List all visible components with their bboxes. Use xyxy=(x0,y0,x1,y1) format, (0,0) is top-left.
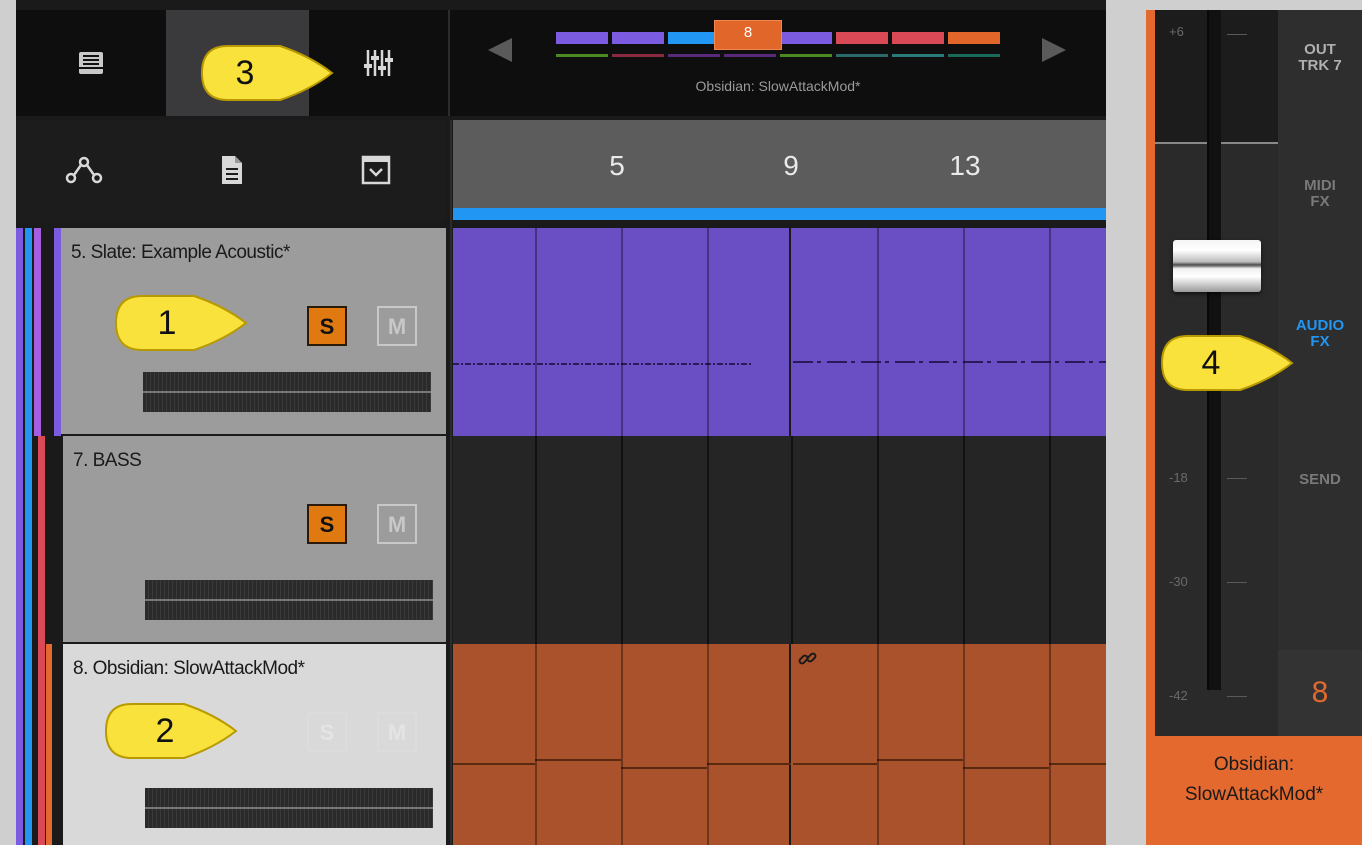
loop-region-bar[interactable] xyxy=(453,208,1106,220)
track-lane-8[interactable] xyxy=(453,644,1106,845)
automation-button[interactable] xyxy=(64,148,104,192)
callout-number: 4 xyxy=(1201,344,1221,382)
db-label: -30 xyxy=(1169,574,1188,589)
callout-2: 2 xyxy=(104,700,244,762)
track-name: 7. BASS xyxy=(73,450,142,471)
db-label: -18 xyxy=(1169,470,1188,485)
solo-button[interactable]: S xyxy=(307,712,347,752)
bar-number: 13 xyxy=(949,150,981,181)
dropdown-box-icon xyxy=(361,155,391,185)
send-tab[interactable]: SEND xyxy=(1278,472,1362,488)
note-lines xyxy=(453,759,1106,769)
track-color-subsegment xyxy=(836,54,888,57)
mute-button[interactable]: M xyxy=(377,504,417,544)
callout-number: 1 xyxy=(157,304,177,342)
midi-fx-tab[interactable]: MIDI FX xyxy=(1278,178,1362,210)
track-color-bar xyxy=(54,228,61,436)
track-color-subsegment xyxy=(724,54,776,57)
track-navigator: 8 Obsidian: SlowAttackMod* xyxy=(450,0,1106,106)
audio-clip[interactable] xyxy=(793,228,1106,436)
db-tick xyxy=(1227,582,1247,583)
callout-number: 2 xyxy=(155,712,175,750)
arranger-toolbar xyxy=(16,120,446,220)
track-lane-7[interactable] xyxy=(453,436,1106,644)
db-tick xyxy=(1227,34,1247,35)
group-color-bar xyxy=(34,228,41,436)
output-routing-tab[interactable]: OUT TRK 7 xyxy=(1278,42,1362,74)
callout-3: 3 xyxy=(200,42,340,104)
nav-prev-arrow-icon[interactable] xyxy=(488,38,512,62)
track-color-segment[interactable] xyxy=(948,32,1000,44)
track-color-subsegment xyxy=(780,54,832,57)
track-color-segment[interactable] xyxy=(668,32,720,44)
db-label: -42 xyxy=(1169,688,1188,703)
track-number: 8 xyxy=(1278,650,1362,736)
mute-button[interactable]: M xyxy=(377,306,417,346)
track-color-segment[interactable] xyxy=(556,32,608,44)
track-label-line: SlowAttackMod* xyxy=(1184,784,1324,805)
track-color-subsegment xyxy=(556,54,608,57)
mixer-sliders-icon xyxy=(363,50,393,76)
level-meter xyxy=(145,788,433,828)
track-header-7[interactable]: 7. BASS S M xyxy=(61,436,446,644)
timeline-ruler[interactable]: 5 9 13 xyxy=(453,120,1106,208)
selected-track-title: Obsidian: SlowAttackMod* xyxy=(695,78,861,94)
solo-button[interactable]: S xyxy=(307,306,347,346)
waveform xyxy=(793,361,1106,363)
inbox-icon xyxy=(79,52,103,74)
track-color-segment[interactable] xyxy=(892,32,944,44)
browser-button[interactable] xyxy=(16,10,166,116)
track-name: 5. Slate: Example Acoustic* xyxy=(71,242,290,263)
track-color-subsegment xyxy=(948,54,1000,57)
bar-number: 9 xyxy=(783,150,799,181)
track-color-segment[interactable] xyxy=(780,32,832,44)
selected-track-badge[interactable]: 8 xyxy=(714,20,782,50)
track-color-segment[interactable] xyxy=(836,32,888,44)
mixer-track-label: Obsidian: SlowAttackMod* xyxy=(1146,750,1362,810)
nodes-icon xyxy=(65,156,103,184)
bar-number: 5 xyxy=(609,150,625,181)
app-window: 8 Obsidian: SlowAttackMod* 5 9 13 5. Sla… xyxy=(0,0,1362,845)
group-color-bar xyxy=(16,228,23,845)
device-panel-button[interactable] xyxy=(356,148,396,192)
track-color-strip[interactable] xyxy=(556,32,1016,62)
track-color-subsegment xyxy=(668,54,720,57)
callout-number: 3 xyxy=(235,54,255,92)
pane-divider-line xyxy=(450,120,452,845)
track-name: 8. Obsidian: SlowAttackMod* xyxy=(73,658,305,679)
group-color-bar xyxy=(25,228,32,845)
volume-fader-handle[interactable] xyxy=(1173,240,1261,292)
mute-button[interactable]: M xyxy=(377,712,417,752)
callout-4: 4 xyxy=(1160,332,1300,394)
track-color-subsegment xyxy=(892,54,944,57)
track-color-segment[interactable] xyxy=(612,32,664,44)
level-meter xyxy=(143,372,431,412)
document-icon xyxy=(222,156,242,184)
level-meter xyxy=(145,580,433,620)
solo-button[interactable]: S xyxy=(307,504,347,544)
db-label: +6 xyxy=(1169,24,1184,39)
group-color-bar xyxy=(46,644,52,845)
clip-editor-button[interactable] xyxy=(212,148,252,192)
db-tick xyxy=(1227,696,1247,697)
nav-next-arrow-icon[interactable] xyxy=(1042,38,1066,62)
group-color-bar xyxy=(38,436,45,845)
track-label-line: Obsidian: xyxy=(1213,754,1295,775)
track-lane-5[interactable] xyxy=(453,228,1106,436)
mixer-strip: +6 -18 -30 -42 OUT TRK 7 MIDI FX AUDIO F… xyxy=(1146,10,1362,845)
db-tick xyxy=(1227,478,1247,479)
callout-1: 1 xyxy=(114,292,254,354)
track-color-subsegment xyxy=(612,54,664,57)
